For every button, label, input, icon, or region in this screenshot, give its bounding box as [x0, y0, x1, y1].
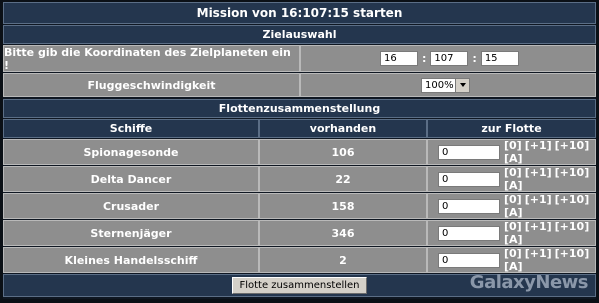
coords-inputs: : :: [300, 45, 596, 72]
ship-available: 106: [259, 139, 427, 165]
ship-available: 22: [259, 166, 427, 192]
set-zero-link[interactable]: [0]: [504, 247, 522, 260]
set-zero-link[interactable]: [0]: [504, 166, 522, 179]
ship-amount-cell: [0][+1][+10] [A]: [427, 220, 596, 246]
ship-row: Crusader 158 [0][+1][+10] [A]: [3, 193, 596, 219]
set-zero-link[interactable]: [0]: [504, 193, 522, 206]
ship-name: Delta Dancer: [3, 166, 259, 192]
ship-available: 2: [259, 247, 427, 273]
ship-row: Sternenjäger 346 [0][+1][+10] [A]: [3, 220, 596, 246]
zielauswahl-header-row: Zielauswahl: [3, 25, 596, 44]
plus-ten-link[interactable]: [+10]: [555, 220, 590, 233]
all-link[interactable]: [A]: [504, 206, 523, 219]
set-zero-link[interactable]: [0]: [504, 220, 522, 233]
plus-ten-link[interactable]: [+10]: [555, 247, 590, 260]
galaxynews-watermark: GalaxyNews: [469, 272, 589, 293]
ship-amount-input[interactable]: [438, 225, 500, 241]
mission-panel: Mission von 16:107:15 starten Zielauswah…: [3, 2, 596, 299]
ship-amount-input[interactable]: [438, 198, 500, 214]
plus-one-link[interactable]: [+1]: [525, 193, 552, 206]
coords-row: Bitte gib die Koordinaten des Zielplanet…: [3, 45, 596, 72]
planet-input[interactable]: [480, 51, 519, 66]
ship-row: Kleines Handelsschiff 2 [0][+1][+10][A]: [3, 247, 596, 273]
ship-amount-cell: [0][+1][+10][A]: [427, 247, 596, 273]
plus-ten-link[interactable]: [+10]: [555, 139, 590, 152]
ship-amount-input[interactable]: [438, 171, 500, 187]
ship-available: 346: [259, 220, 427, 246]
plus-one-link[interactable]: [+1]: [525, 247, 552, 260]
ship-amount-cell: [0][+1][+10] [A]: [427, 193, 596, 219]
speed-select[interactable]: 100%: [421, 77, 470, 93]
chevron-down-icon[interactable]: [455, 78, 469, 92]
speed-cell: 100%: [300, 73, 596, 97]
plus-one-link[interactable]: [+1]: [525, 139, 552, 152]
ship-amount-cell: [0][+1][+10] [A]: [427, 166, 596, 192]
ship-name: Crusader: [3, 193, 259, 219]
all-link[interactable]: [A]: [504, 152, 523, 165]
title-row: Mission von 16:107:15 starten: [3, 2, 596, 24]
ship-amount-cell: [0][+1][+10] [A]: [427, 139, 596, 165]
coord-separator: :: [422, 52, 427, 65]
flotte-header-row: Flottenzusammenstellung: [3, 99, 596, 118]
column-header-vorhanden: vorhanden: [259, 119, 427, 138]
galaxy-input[interactable]: [380, 51, 418, 66]
columns-row: Schiffe vorhanden zur Flotte: [3, 119, 596, 138]
speed-select-value: 100%: [425, 79, 454, 91]
plus-ten-link[interactable]: [+10]: [555, 193, 590, 206]
speed-row: Fluggeschwindigkeit 100%: [3, 73, 596, 97]
ship-amount-input[interactable]: [438, 252, 500, 268]
ship-amount-input[interactable]: [438, 144, 500, 160]
set-zero-link[interactable]: [0]: [504, 139, 522, 152]
ship-row: Spionagesonde 106 [0][+1][+10] [A]: [3, 139, 596, 165]
coords-label: Bitte gib die Koordinaten des Zielplanet…: [3, 45, 300, 72]
plus-ten-link[interactable]: [+10]: [555, 166, 590, 179]
flotte-heading: Flottenzusammenstellung: [3, 99, 596, 118]
ship-name: Sternenjäger: [3, 220, 259, 246]
zielauswahl-heading: Zielauswahl: [3, 25, 596, 44]
coord-separator: :: [472, 52, 477, 65]
plus-one-link[interactable]: [+1]: [525, 220, 552, 233]
ship-name: Spionagesonde: [3, 139, 259, 165]
ship-name: Kleines Handelsschiff: [3, 247, 259, 273]
speed-label: Fluggeschwindigkeit: [3, 73, 300, 97]
column-header-schiffe: Schiffe: [3, 119, 259, 138]
ship-available: 158: [259, 193, 427, 219]
plus-one-link[interactable]: [+1]: [525, 166, 552, 179]
page-title: Mission von 16:107:15 starten: [3, 2, 596, 24]
all-link[interactable]: [A]: [504, 179, 523, 192]
ship-row: Delta Dancer 22 [0][+1][+10] [A]: [3, 166, 596, 192]
all-link[interactable]: [A]: [504, 233, 523, 246]
system-input[interactable]: [430, 51, 469, 66]
column-header-zur-flotte: zur Flotte: [427, 119, 596, 138]
flotte-zusammenstellen-button[interactable]: Flotte zusammenstellen: [232, 277, 367, 294]
